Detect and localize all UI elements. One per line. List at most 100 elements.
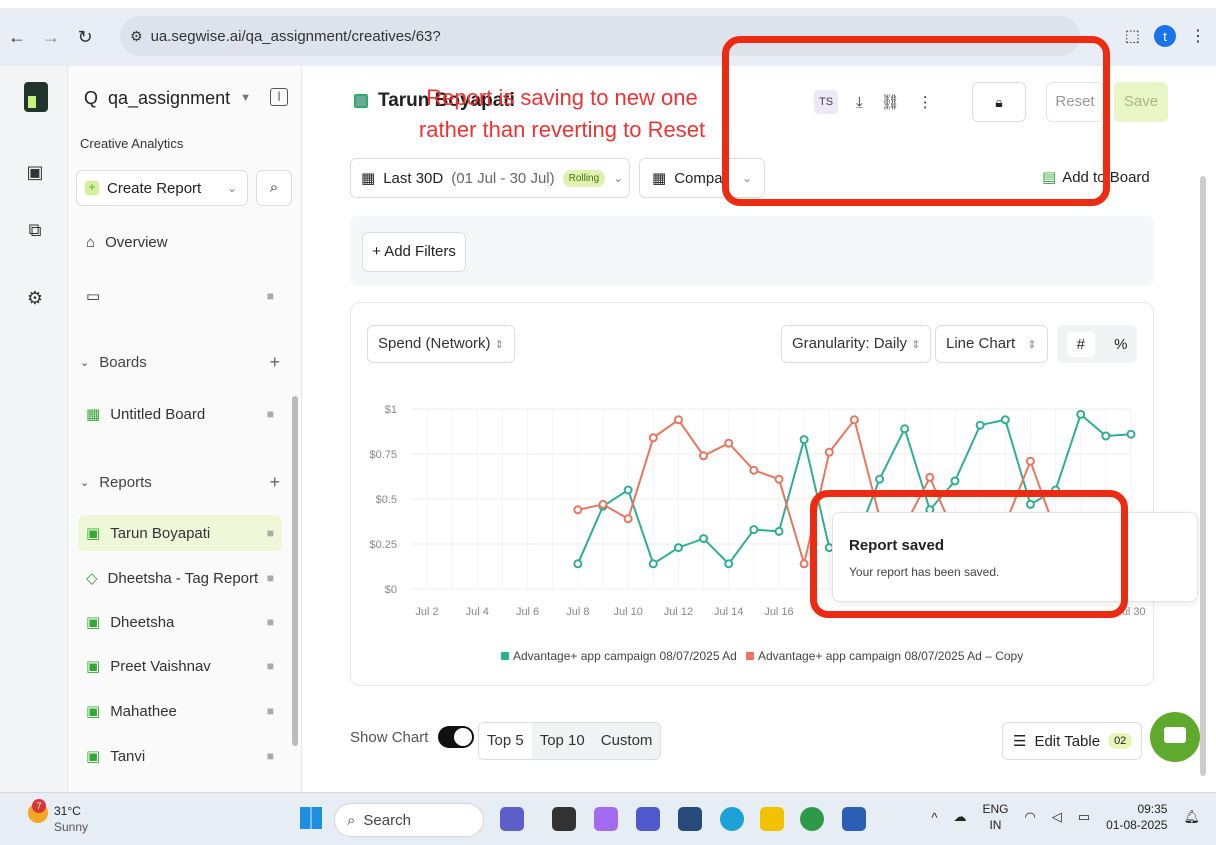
report-label: Preet Vaishnav (110, 657, 211, 675)
lang-primary[interactable]: ENG (982, 802, 1008, 816)
tab-top-10[interactable]: Top 10 (531, 723, 593, 759)
home-icon: ⌂ (86, 233, 96, 251)
back-icon[interactable]: ← (0, 27, 34, 48)
segwise-logo[interactable] (24, 82, 48, 112)
sidebar: Q qa_assignment ▼ | Creative Analytics +… (68, 66, 302, 792)
x-tick-label: Jul 14 (714, 606, 743, 618)
windows-start-icon[interactable] (300, 807, 322, 829)
clock-time[interactable]: 09:35 (1137, 802, 1167, 816)
taskbar-search[interactable]: ⌕ Search (334, 803, 484, 837)
date-range-picker[interactable]: ▦ Last 30D (01 Jul - 30 Jul) Rolling ⌄ (350, 158, 630, 198)
data-point (1000, 415, 1010, 425)
word-icon[interactable] (842, 807, 866, 831)
chevron-up-icon[interactable]: ^ (931, 810, 937, 825)
toggle-switch[interactable] (438, 726, 475, 748)
show-chart-toggle[interactable]: Show Chart (350, 726, 475, 748)
sidebar-item-report[interactable]: ▣ Tarun Boyapati ■ (78, 515, 282, 551)
report-label: Tarun Boyapati (110, 524, 211, 542)
weather-badge: 7 (32, 799, 46, 813)
board-label: Untitled Board (110, 405, 206, 423)
x-tick-label: Jul 2 (415, 606, 438, 618)
menu-icon[interactable]: ⋮ (1190, 26, 1206, 46)
app-icon[interactable] (500, 807, 524, 831)
creative-analytics-icon[interactable]: ▣ (22, 162, 48, 188)
data-point (849, 415, 859, 425)
store-icon[interactable] (678, 807, 702, 831)
lock-icon: ■ (266, 615, 274, 629)
x-tick-label: Jul 6 (516, 606, 539, 618)
profile-avatar[interactable]: t (1154, 25, 1176, 47)
sidebar-item-report[interactable]: ◇ Dheetsha - Tag Report ■ (78, 560, 282, 596)
terminal-icon[interactable] (552, 807, 576, 831)
calendar-icon: ▦ (361, 170, 376, 187)
main-scrollbar[interactable] (1200, 176, 1206, 776)
reload-icon[interactable]: ↻ (68, 27, 102, 48)
weather-condition: Sunny (54, 820, 89, 834)
file-explorer-icon[interactable] (760, 807, 784, 831)
add-report-icon[interactable]: + (269, 472, 280, 493)
data-point (925, 472, 935, 482)
sidebar-item-folder[interactable]: ▭ ■ (78, 278, 282, 314)
data-point (1126, 429, 1136, 439)
report-label: Mahathee (110, 702, 177, 720)
system-tray: ^ ☁ ENG IN ◠ ◁ ▭ 09:35 01-08-2025 🔔︎ (931, 801, 1200, 833)
annotation-text: Report is saving to new one rather than … (418, 85, 706, 142)
sidebar-item-report[interactable]: ▣ Dheetsha ■ (78, 604, 282, 640)
report-icon: ▣ (86, 614, 101, 631)
sidebar-item-board[interactable]: ▦ Untitled Board ■ (78, 396, 282, 432)
top-n-tabs: Top 5 Top 10 Custom (478, 722, 662, 760)
gear-icon[interactable]: ⚙ (22, 288, 48, 314)
sidebar-item-report[interactable]: ▣ Preet Vaishnav ■ (78, 648, 282, 684)
edit-table-button[interactable]: ☰ Edit Table 02 (1002, 722, 1142, 760)
data-point (623, 485, 633, 495)
data-point (724, 559, 734, 569)
save-button[interactable]: Save (1114, 82, 1168, 122)
report-label: Dheetsha (110, 613, 175, 631)
data-point (950, 476, 960, 486)
workspace-switcher[interactable]: Q qa_assignment ▼ (78, 80, 251, 116)
lock-icon: ■ (266, 704, 274, 718)
presentation-icon[interactable]: ⧉ (22, 220, 48, 246)
reports-group[interactable]: ⌄ Reports + (80, 472, 284, 493)
extensions-icon[interactable]: ⬚ (1125, 26, 1140, 46)
tab-custom[interactable]: Custom (592, 723, 661, 759)
y-tick-label: $0 (385, 584, 397, 596)
boards-group[interactable]: ⌄ Boards + (80, 352, 284, 373)
tab-top-5[interactable]: Top 5 (479, 723, 532, 759)
cloud-icon[interactable]: ☁ (953, 809, 966, 825)
url-text: ua.segwise.ai/qa_assignment/creatives/63… (150, 27, 441, 45)
x-tick-label: Jul 10 (613, 606, 642, 618)
search-icon[interactable]: ⌕ (256, 170, 292, 206)
report-icon: ▣ (86, 525, 101, 542)
edit-table-label: Edit Table (1034, 732, 1101, 750)
chrome-icon[interactable] (800, 807, 824, 831)
x-tick-label: Jul 4 (466, 606, 489, 618)
weather-widget[interactable]: 7 31°C Sunny (28, 799, 89, 835)
chat-icon[interactable] (1150, 712, 1200, 762)
add-filters-button[interactable]: + Add Filters (362, 232, 466, 272)
notification-bell-icon[interactable]: 🔔︎ (1183, 809, 1200, 825)
sidebar-scrollbar[interactable] (292, 396, 298, 746)
copilot-icon[interactable] (594, 807, 618, 831)
report-icon: ▣ (86, 703, 101, 720)
sidebar-item-overview[interactable]: ⌂ Overview (78, 224, 282, 260)
volume-icon[interactable]: ◁ (1052, 809, 1062, 825)
report-label: Tanvi (110, 747, 146, 765)
data-point (1025, 456, 1035, 466)
workspace-name: qa_assignment (108, 87, 231, 108)
chevron-down-icon: ⌄ (80, 357, 90, 369)
date-range-label: Last 30D (383, 169, 444, 187)
sidebar-item-report[interactable]: ▣ Mahathee ■ (78, 693, 282, 729)
wifi-icon[interactable]: ◠ (1024, 809, 1035, 825)
battery-icon[interactable]: ▭ (1078, 809, 1090, 825)
collapse-sidebar-icon[interactable]: | (270, 88, 288, 106)
data-point (774, 474, 784, 484)
compare-label: Compa (674, 169, 723, 187)
forward-icon[interactable]: → (34, 27, 68, 48)
site-settings-icon[interactable]: ⚙ (130, 28, 143, 45)
edge-icon[interactable] (720, 807, 744, 831)
sidebar-item-report[interactable]: ▣ Tanvi ■ (78, 738, 282, 774)
create-report-button[interactable]: + Create Report ⌄ (76, 170, 248, 206)
teams-icon[interactable] (636, 807, 660, 831)
add-board-icon[interactable]: + (269, 352, 280, 373)
